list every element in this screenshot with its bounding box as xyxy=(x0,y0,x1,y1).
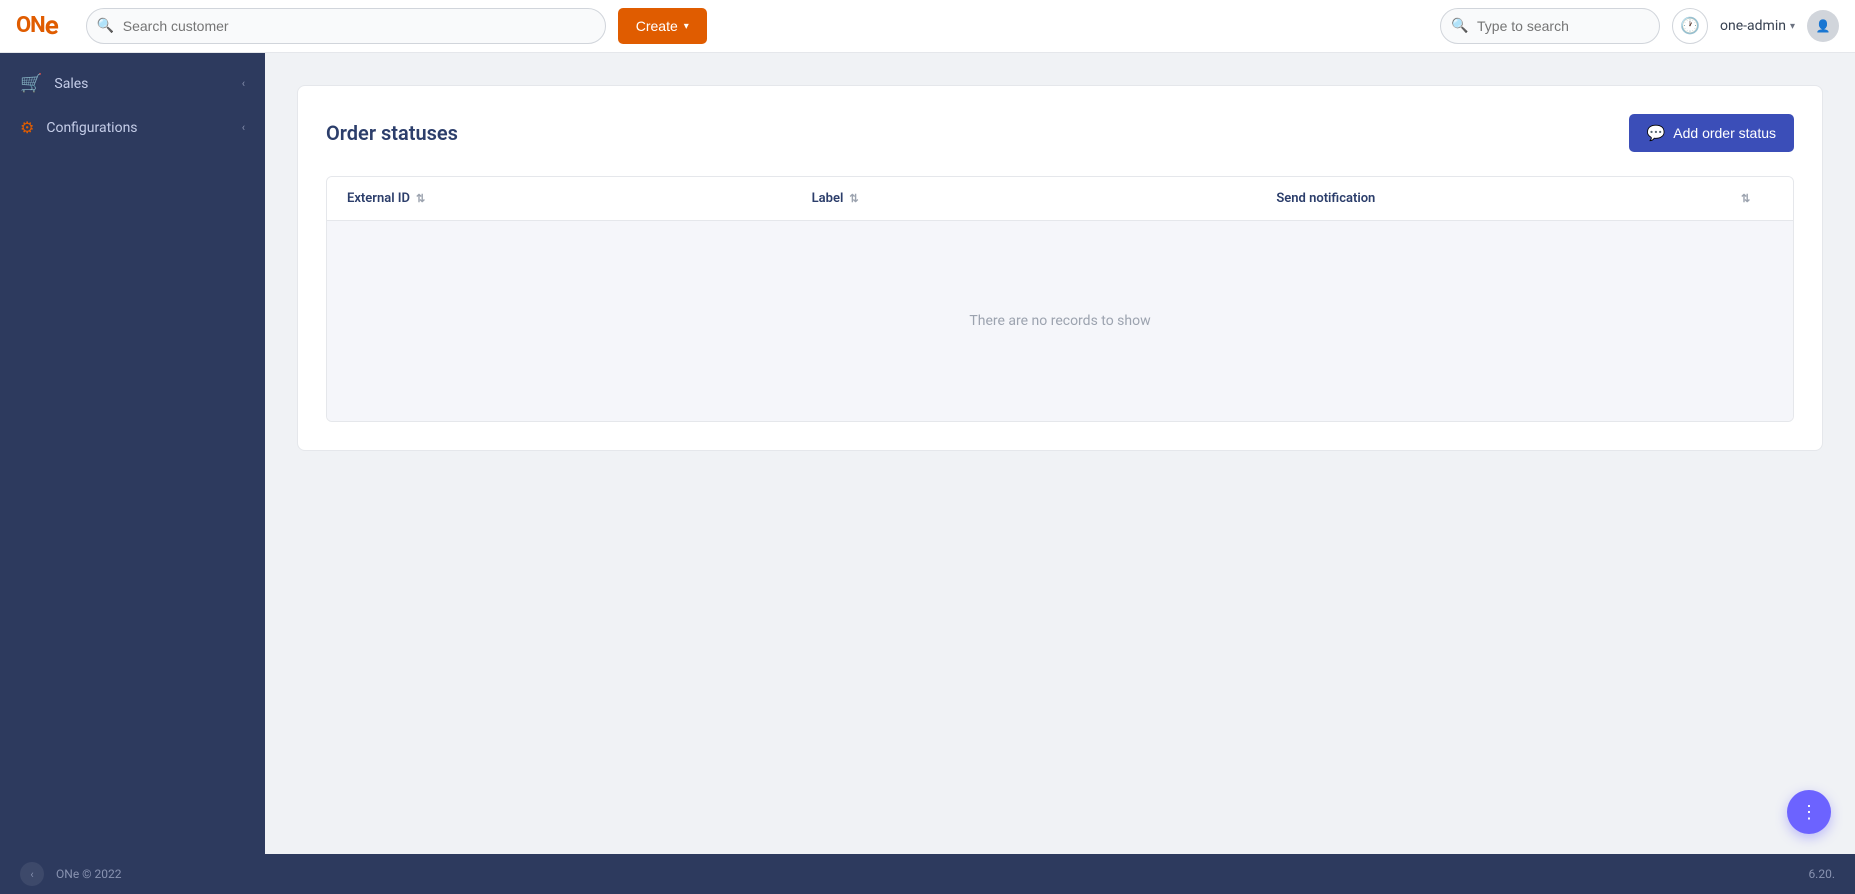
logo: ONe xyxy=(16,11,58,41)
user-chevron-icon: ▾ xyxy=(1790,21,1795,32)
add-order-status-button[interactable]: 💬 Add order status xyxy=(1629,114,1794,152)
sidebar-label-sales: Sales xyxy=(54,76,88,92)
main-layout: 🛒 Sales ‹ ⚙ Configurations ‹ Order statu… xyxy=(0,53,1855,854)
footer-copyright: ONe © 2022 xyxy=(56,867,122,881)
card-header: Order statuses 💬 Add order status xyxy=(326,114,1794,152)
table-header: External ID ⇅ Label ⇅ Send notification … xyxy=(327,177,1793,221)
order-statuses-table: External ID ⇅ Label ⇅ Send notification … xyxy=(326,176,1794,422)
col-send-notification[interactable]: Send notification xyxy=(1268,177,1733,220)
search-customer-wrap: 🔍 xyxy=(86,8,606,44)
global-search-wrap: 🔍 xyxy=(1440,8,1660,44)
sidebar-collapse-button[interactable]: ‹ xyxy=(20,862,44,886)
sidebar-label-configurations: Configurations xyxy=(46,120,137,136)
main-content: Order statuses 💬 Add order status Extern… xyxy=(265,53,1855,854)
col-label[interactable]: Label ⇅ xyxy=(804,177,1269,220)
user-menu[interactable]: one-admin ▾ xyxy=(1720,18,1795,34)
sidebar-item-configurations[interactable]: ⚙ Configurations ‹ xyxy=(0,106,265,149)
sales-icon: 🛒 xyxy=(20,73,42,94)
chevron-down-icon: ▾ xyxy=(684,21,689,32)
search-customer-input[interactable] xyxy=(86,8,606,44)
create-label: Create xyxy=(636,18,678,34)
global-search-icon: 🔍 xyxy=(1451,18,1468,34)
empty-message: There are no records to show xyxy=(969,313,1150,329)
fab-icon: ⋮ xyxy=(1800,802,1818,823)
col-send-notification-label: Send notification xyxy=(1276,191,1375,206)
sidebar-chevron-configurations: ‹ xyxy=(242,121,245,134)
table-body: There are no records to show xyxy=(327,221,1793,421)
clock-icon: 🕐 xyxy=(1680,16,1700,36)
sort-actions-icon: ⇅ xyxy=(1741,192,1750,205)
footer-version: 6.20. xyxy=(1808,867,1835,881)
avatar: 👤 xyxy=(1807,10,1839,42)
sidebar-item-sales[interactable]: 🛒 Sales ‹ xyxy=(0,61,265,106)
top-navigation: ONe 🔍 Create ▾ 🔍 🕐 one-admin ▾ 👤 xyxy=(0,0,1855,53)
sort-external-id-icon: ⇅ xyxy=(416,192,425,205)
col-external-id[interactable]: External ID ⇅ xyxy=(339,177,804,220)
sidebar-chevron-sales: ‹ xyxy=(242,77,245,90)
sidebar: 🛒 Sales ‹ ⚙ Configurations ‹ xyxy=(0,53,265,854)
global-search-input[interactable] xyxy=(1440,8,1660,44)
page-title: Order statuses xyxy=(326,121,458,145)
fab-button[interactable]: ⋮ xyxy=(1787,790,1831,834)
page-footer: ‹ ONe © 2022 6.20. xyxy=(0,854,1855,894)
order-statuses-card: Order statuses 💬 Add order status Extern… xyxy=(297,85,1823,451)
configurations-icon: ⚙ xyxy=(20,118,34,137)
col-actions: ⇅ xyxy=(1733,177,1781,220)
history-button[interactable]: 🕐 xyxy=(1672,8,1708,44)
create-button[interactable]: Create ▾ xyxy=(618,8,707,44)
username-label: one-admin xyxy=(1720,18,1786,34)
col-external-id-label: External ID xyxy=(347,191,410,206)
add-icon: 💬 xyxy=(1647,124,1666,142)
add-status-label: Add order status xyxy=(1673,125,1776,141)
col-label-label: Label xyxy=(812,191,844,206)
search-customer-icon: 🔍 xyxy=(97,18,114,34)
sort-label-icon: ⇅ xyxy=(849,192,858,205)
